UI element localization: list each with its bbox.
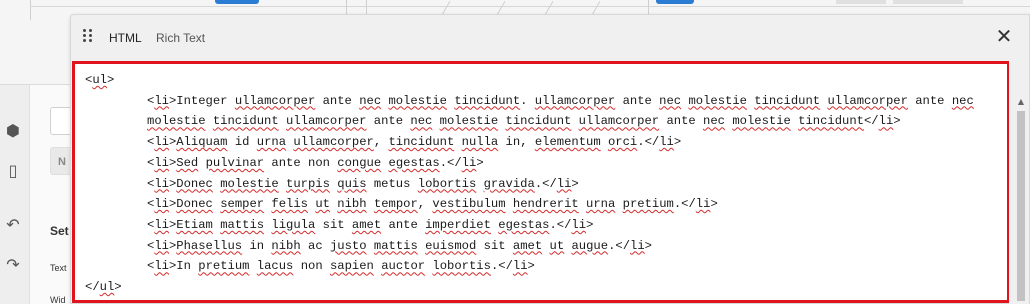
code-line: </ul> [85,280,122,295]
code-line: <li>Donec molestie turpis quis metus lob… [147,176,579,191]
scroll-up-icon[interactable]: ▲ [1018,97,1024,106]
code-line: <ul> [85,73,115,87]
components-icon[interactable]: ⬢ [0,121,26,140]
settings-heading: Set [50,224,69,238]
divider [30,6,1030,7]
toolbar-primary-button[interactable] [215,0,259,4]
dialog-header: HTML Rich Text ✕ [71,15,1029,60]
html-code-editor[interactable]: <ul> <li>Integer ullamcorper ante nec mol… [72,61,1010,303]
text-label: Text [50,263,67,273]
drag-handle-icon[interactable] [83,29,95,43]
close-icon[interactable]: ✕ [995,26,1013,46]
code-line: <li>In pretium lacus non sapien auctor l… [147,259,535,274]
scrollbar[interactable]: ▲ [1009,61,1029,304]
html-editor-dialog: HTML Rich Text ✕ <ul> <li>Integer ullamco… [70,14,1030,304]
redo-icon[interactable]: ↷ [0,255,26,274]
toolbar-button[interactable] [836,0,886,4]
tab-rich-text[interactable]: Rich Text [156,31,205,45]
toolbar-button-2[interactable] [893,0,963,4]
scroll-thumb[interactable] [1017,111,1025,301]
left-rail: ⬢ ▯ ↶ ↷ [0,85,30,304]
device-icon[interactable]: ▯ [0,161,26,180]
undo-icon[interactable]: ↶ [0,215,26,234]
divider [30,0,31,20]
code-line: <li>Etiam mattis ligula sit amet ante im… [147,217,594,232]
tab-html[interactable]: HTML [109,31,142,45]
code-line: <li>Phasellus in nibh ac justo mattis eu… [147,238,652,253]
code-line: <li>Aliquam id urna ullamcorper, tincidu… [147,135,682,150]
width-label: Wid [50,295,66,304]
code-content[interactable]: <ul> <li>Integer ullamcorper ante nec mol… [85,70,997,298]
code-line: <li>Integer ullamcorper ante nec molesti… [147,93,974,129]
code-line: <li>Sed pulvinar ante non congue egestas… [147,155,484,170]
toolbar-primary-button-2[interactable] [656,0,694,4]
panel-button-label: N [58,156,66,168]
settings-panel: N Set Text Wid [30,85,80,304]
code-line: <li>Donec semper felis ut nibh tempor, v… [147,197,718,212]
